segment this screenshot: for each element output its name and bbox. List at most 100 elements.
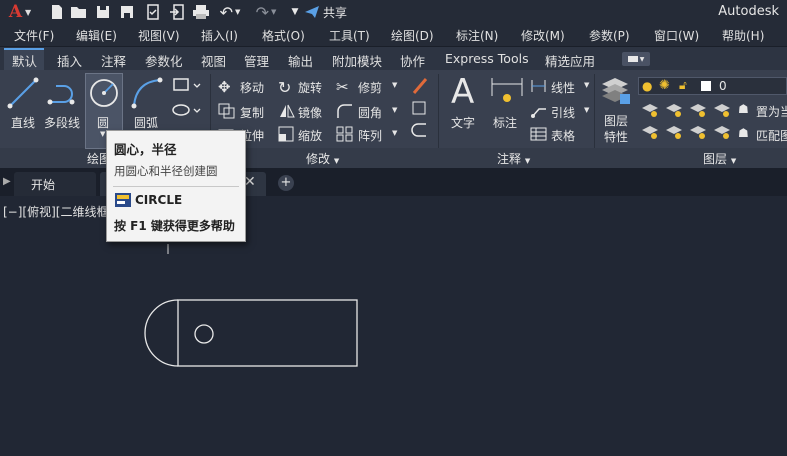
- match-layer-icon: ☗: [738, 126, 749, 140]
- linear-label: 线性: [551, 81, 576, 95]
- erase-icon[interactable]: [410, 77, 430, 95]
- publish-button[interactable]: [144, 3, 162, 21]
- redo-icon: ↷: [255, 2, 269, 22]
- tab-parametric[interactable]: 参数化: [145, 51, 183, 70]
- tooltip-divider: [113, 186, 239, 187]
- tab-featured-apps[interactable]: 精选应用: [545, 51, 595, 70]
- match-layer-label: 匹配图: [756, 129, 787, 143]
- polyline-label: 多段线: [44, 116, 81, 130]
- tab-addins[interactable]: 附加模块: [332, 51, 382, 70]
- chevron-down-icon: ▼: [333, 157, 340, 165]
- modify-panel-title[interactable]: 修改 ▼: [306, 150, 339, 167]
- plus-icon: +: [280, 175, 292, 190]
- menu-modify[interactable]: 修改(M): [521, 27, 565, 44]
- save-as-button[interactable]: [118, 3, 136, 21]
- mirror-button[interactable]: 镜像: [278, 103, 330, 121]
- layer-tools-icon[interactable]: [640, 102, 740, 144]
- customize-toolbar-button[interactable]: ▼: [286, 3, 304, 21]
- arc-button[interactable]: 圆弧: [128, 74, 166, 134]
- explode-icon[interactable]: [410, 99, 430, 117]
- command-icon: [115, 193, 131, 207]
- tab-start[interactable]: 开始: [14, 172, 96, 196]
- new-tab-button[interactable]: +: [278, 175, 294, 191]
- move-button[interactable]: ✥ 移动: [218, 78, 270, 96]
- leader-button[interactable]: 引线 ▼: [530, 103, 592, 121]
- tab-insert[interactable]: 插入: [57, 51, 82, 70]
- menu-tools[interactable]: 工具(T): [329, 27, 370, 44]
- scale-button[interactable]: 缩放: [278, 126, 330, 144]
- plot-button[interactable]: [192, 3, 210, 21]
- modify-extra-tools: [410, 77, 432, 143]
- layer-dropdown[interactable]: ● ✺ 🔓︎ 0: [638, 77, 787, 95]
- tab-view[interactable]: 视图: [201, 51, 226, 70]
- share-button[interactable]: 共享: [304, 3, 354, 21]
- menu-format[interactable]: 格式(O): [262, 27, 305, 44]
- import-button[interactable]: [168, 3, 186, 21]
- menu-edit[interactable]: 编辑(E): [76, 27, 117, 44]
- save-as-icon: [121, 6, 133, 18]
- linear-dimension-button[interactable]: 线性 ▼: [530, 78, 592, 96]
- tab-collaborate[interactable]: 协作: [400, 51, 425, 70]
- scale-icon: [278, 126, 294, 142]
- tab-home[interactable]: 默认: [12, 51, 37, 70]
- annotation-panel-title[interactable]: 注释 ▼: [497, 150, 530, 167]
- open-folder-icon: [71, 7, 86, 18]
- chevron-down-icon: ▼: [100, 130, 106, 138]
- scissors-icon: ✂: [336, 78, 349, 96]
- tab-annotate[interactable]: 注释: [101, 51, 126, 70]
- app-menu-button[interactable]: A ▼: [4, 2, 36, 22]
- tab-menu-icon[interactable]: ▶: [3, 176, 11, 187]
- layers-panel-title[interactable]: 图层 ▼: [703, 150, 736, 167]
- open-file-button[interactable]: [70, 3, 88, 21]
- ribbon-minimize-button[interactable]: ▼: [622, 52, 650, 66]
- redo-button[interactable]: ↷ ▼: [252, 2, 280, 22]
- text-button[interactable]: A 文字: [446, 72, 484, 134]
- menu-view[interactable]: 视图(V): [138, 27, 180, 44]
- trim-button[interactable]: ✂ 修剪 ▼: [336, 78, 397, 96]
- menu-window[interactable]: 窗口(W): [654, 27, 699, 44]
- menu-file[interactable]: 文件(F): [14, 27, 54, 44]
- ellipse-button[interactable]: [172, 101, 202, 119]
- array-button[interactable]: 阵列 ▼: [336, 126, 398, 144]
- offset-icon[interactable]: [410, 121, 430, 139]
- menu-insert[interactable]: 插入(I): [201, 27, 238, 44]
- annotation-panel-title-text: 注释: [497, 152, 522, 166]
- rotate-button[interactable]: ↻ 旋转: [278, 78, 330, 97]
- tab-express-tools[interactable]: Express Tools: [445, 51, 529, 66]
- chevron-down-icon: ▼: [584, 106, 590, 114]
- polyline-button[interactable]: 多段线: [44, 74, 84, 134]
- chevron-down-icon: ▼: [392, 129, 398, 137]
- chevron-down-icon: ▼: [730, 157, 737, 165]
- share-label: 共享: [323, 5, 348, 20]
- import-icon: [170, 4, 184, 20]
- rectangle-button[interactable]: [172, 76, 202, 94]
- set-current-layer-button[interactable]: ☗ 置为当: [738, 102, 787, 120]
- fillet-button[interactable]: 圆角 ▼: [336, 103, 397, 121]
- match-layer-button[interactable]: ☗ 匹配图: [738, 126, 787, 144]
- menu-help[interactable]: 帮助(H): [722, 27, 764, 44]
- chevron-down-icon: ▼: [271, 8, 277, 16]
- tab-output[interactable]: 输出: [288, 51, 313, 70]
- dropdown-menu-icon: ▼: [291, 7, 299, 17]
- set-current-icon: ☗: [738, 102, 749, 116]
- new-file-button[interactable]: [48, 3, 66, 21]
- unlock-icon: 🔓︎: [679, 78, 687, 92]
- dimension-button[interactable]: 标注: [488, 74, 526, 134]
- layer-properties-button[interactable]: 图层 特性: [598, 74, 634, 146]
- leader-label: 引线: [551, 106, 576, 120]
- menu-parametric[interactable]: 参数(P): [589, 27, 630, 44]
- undo-button[interactable]: ↶ ▼: [216, 3, 244, 22]
- menu-dimension[interactable]: 标注(N): [456, 27, 498, 44]
- arc-label: 圆弧: [134, 116, 159, 130]
- tab-manage[interactable]: 管理: [244, 51, 269, 70]
- mirror-label: 镜像: [298, 106, 323, 120]
- save-button[interactable]: [94, 3, 112, 21]
- circle-icon: [90, 79, 118, 107]
- copy-button[interactable]: 复制: [218, 103, 270, 121]
- line-button[interactable]: 直线: [4, 74, 42, 134]
- table-button[interactable]: 表格: [530, 126, 592, 144]
- menu-draw[interactable]: 绘图(D): [391, 27, 434, 44]
- move-label: 移动: [240, 81, 265, 95]
- layer-properties-label-2: 特性: [604, 130, 629, 144]
- tab-start-label: 开始: [31, 178, 56, 192]
